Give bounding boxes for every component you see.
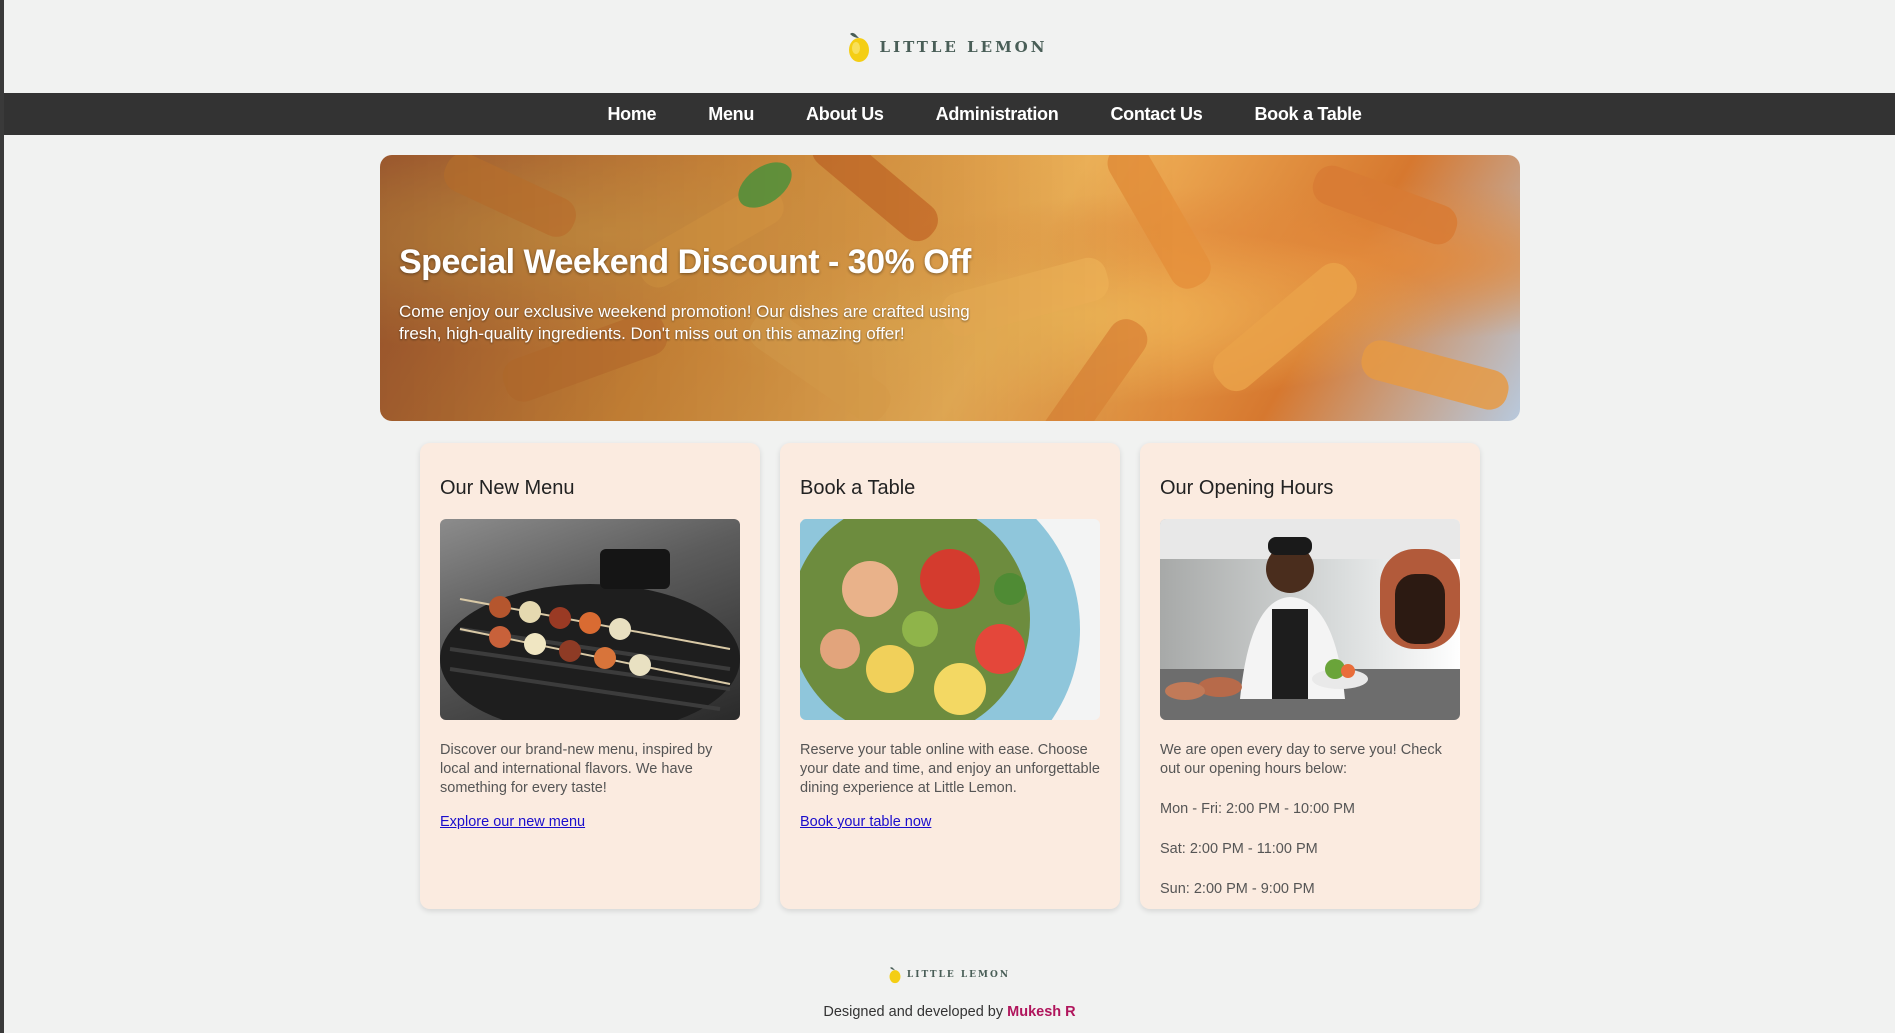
lemon-icon xyxy=(889,967,901,984)
nav-about-us[interactable]: About Us xyxy=(806,104,884,125)
site-footer: LITTLE LEMON Designed and developed by M… xyxy=(4,965,1895,1020)
salad-plate-image xyxy=(800,519,1100,720)
nav-home[interactable]: Home xyxy=(607,104,656,125)
credit-prefix: Designed and developed by xyxy=(823,1004,1004,1020)
nav-menu[interactable]: Menu xyxy=(708,104,754,125)
hours-weekday: Mon - Fri: 2:00 PM - 10:00 PM xyxy=(1160,801,1356,817)
brand-name: LITTLE LEMON xyxy=(879,37,1048,56)
card-text: Reserve your table online with ease. Cho… xyxy=(800,742,1100,796)
card-title: Our Opening Hours xyxy=(1160,477,1334,499)
header-logo[interactable]: LITTLE LEMON xyxy=(848,31,1048,63)
hero-text: Come enjoy our exclusive weekend promoti… xyxy=(399,302,970,343)
card-opening-hours: Our Opening Hours We are open every day … xyxy=(1140,443,1480,909)
hours-sunday: Sun: 2:00 PM - 9:00 PM xyxy=(1160,881,1315,897)
book-table-link[interactable]: Book your table now xyxy=(800,814,931,830)
card-text: Discover our brand-new menu, inspired by… xyxy=(440,742,713,796)
hero-banner: Special Weekend Discount - 30% Off Come … xyxy=(380,155,1520,421)
nav-administration[interactable]: Administration xyxy=(936,104,1059,125)
site-header: LITTLE LEMON xyxy=(0,0,1895,93)
explore-menu-link[interactable]: Explore our new menu xyxy=(440,814,585,830)
chef-image xyxy=(1160,519,1460,720)
card-text: We are open every day to serve you! Chec… xyxy=(1160,742,1442,777)
author-name[interactable]: Mukesh R xyxy=(1007,1004,1076,1020)
hero-overlay xyxy=(380,155,1520,421)
card-title: Our New Menu xyxy=(440,477,575,499)
main-nav: Home Menu About Us Administration Contac… xyxy=(4,93,1895,135)
window-edge xyxy=(0,0,4,1033)
nav-contact-us[interactable]: Contact Us xyxy=(1110,104,1202,125)
footer-logo[interactable]: LITTLE LEMON xyxy=(4,965,1895,985)
hero-title: Special Weekend Discount - 30% Off xyxy=(399,243,971,281)
card-title: Book a Table xyxy=(800,477,916,499)
hours-saturday: Sat: 2:00 PM - 11:00 PM xyxy=(1160,841,1318,857)
nav-book-a-table[interactable]: Book a Table xyxy=(1254,104,1361,125)
card-new-menu: Our New Menu Discover our brand-new menu… xyxy=(420,443,760,909)
lemon-icon xyxy=(848,32,869,62)
footer-brand-name: LITTLE LEMON xyxy=(906,970,1011,980)
feature-cards: Our New Menu Discover our brand-new menu… xyxy=(420,443,1480,909)
card-book-table: Book a Table Reserve your table online w… xyxy=(780,443,1120,909)
footer-credit: Designed and developed by Mukesh R xyxy=(4,1004,1895,1020)
grill-skewers-image xyxy=(440,519,740,720)
